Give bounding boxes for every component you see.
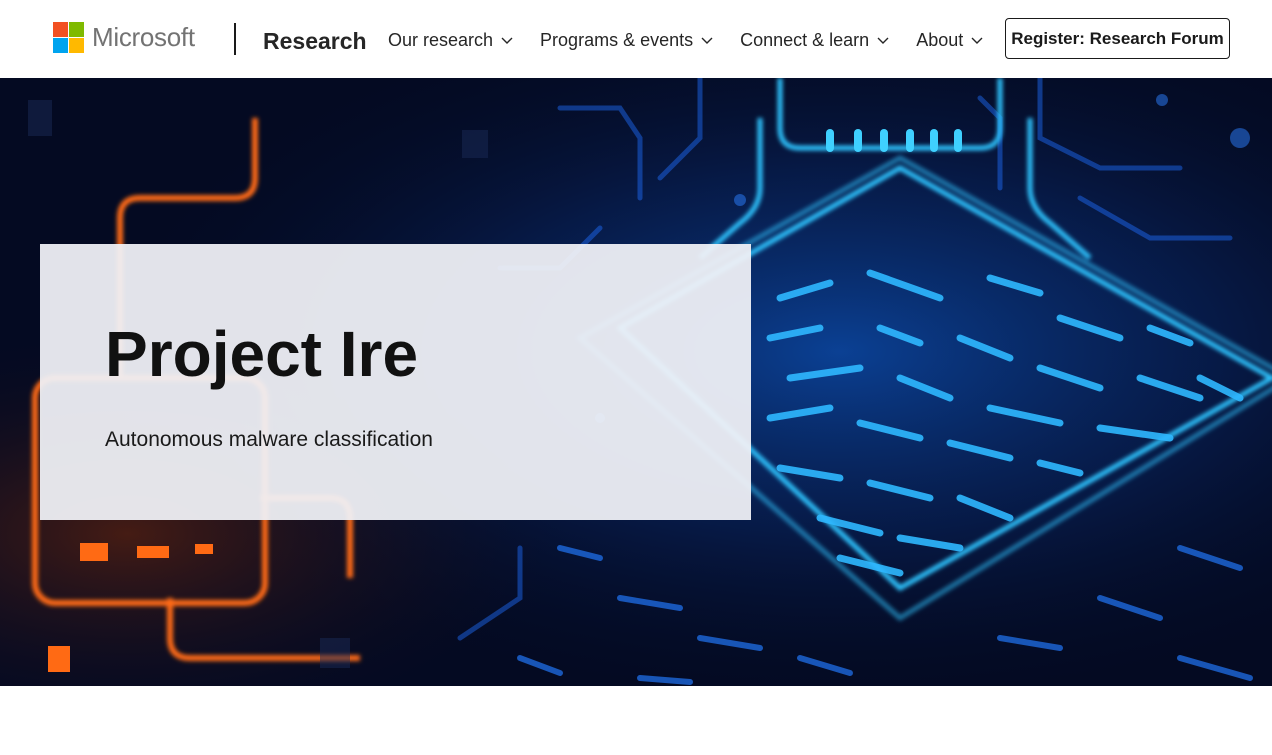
- nav-connect-learn[interactable]: Connect & learn: [740, 30, 890, 51]
- hero-banner: Project Ire Autonomous malware classific…: [0, 78, 1272, 686]
- chevron-down-icon: [501, 37, 513, 44]
- nav-label: Connect & learn: [740, 29, 870, 50]
- nav-programs-events[interactable]: Programs & events: [540, 30, 714, 51]
- nav-label: About: [916, 29, 964, 50]
- nav-label: Programs & events: [540, 29, 694, 50]
- logo-square-yellow: [69, 38, 84, 53]
- header-divider: [234, 23, 236, 55]
- page-subtitle: Autonomous malware classification: [105, 428, 433, 451]
- microsoft-logo-icon: [53, 22, 84, 53]
- hero-text-card: Project Ire Autonomous malware classific…: [40, 244, 751, 520]
- main-nav: Our research Programs & events Connect &…: [388, 28, 1010, 52]
- nav-label: Our research: [388, 29, 494, 50]
- logo-square-blue: [53, 38, 68, 53]
- register-research-forum-button[interactable]: Register: Research Forum: [1005, 18, 1230, 59]
- research-home-link[interactable]: Research: [263, 27, 367, 55]
- microsoft-wordmark: Microsoft: [92, 22, 195, 52]
- logo-square-red: [53, 22, 68, 37]
- chevron-down-icon: [877, 37, 889, 44]
- page-title: Project Ire: [105, 318, 419, 390]
- nav-our-research[interactable]: Our research: [388, 30, 514, 51]
- chevron-down-icon: [701, 37, 713, 44]
- nav-about[interactable]: About: [916, 30, 984, 51]
- logo-square-green: [69, 22, 84, 37]
- site-header: Microsoft Research Our research Programs…: [0, 0, 1272, 78]
- microsoft-logo[interactable]: Microsoft: [53, 22, 195, 53]
- chevron-down-icon: [971, 37, 983, 44]
